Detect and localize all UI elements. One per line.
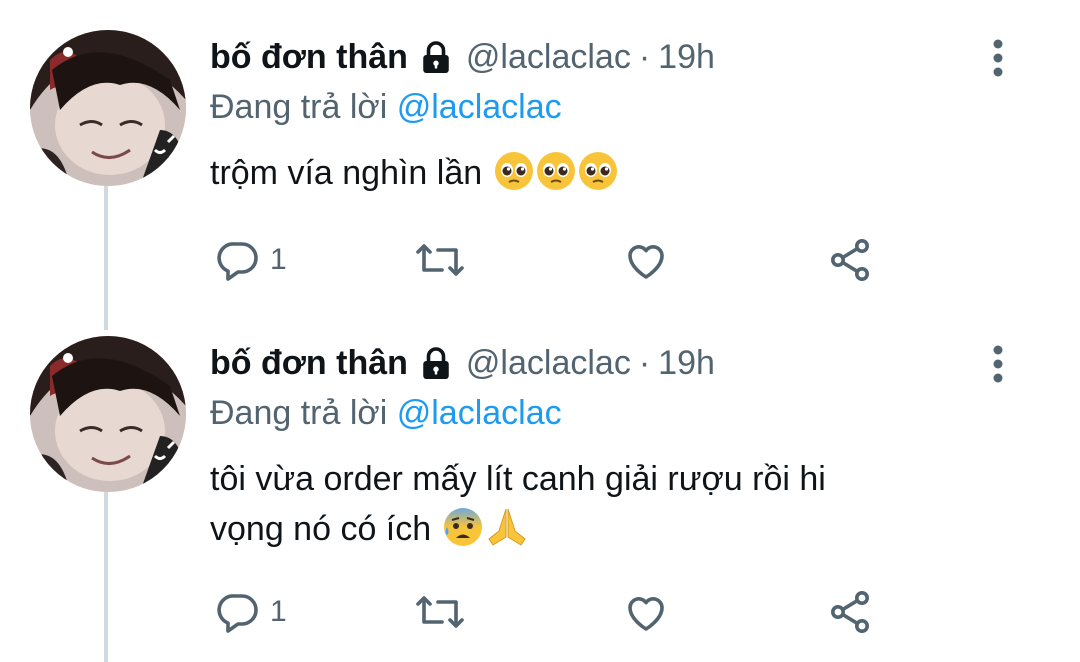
like-button[interactable]	[622, 588, 670, 636]
heart-icon	[628, 597, 664, 631]
avatar-photo	[30, 30, 186, 186]
avatar-photo	[30, 336, 186, 492]
reply-icon	[217, 594, 258, 633]
author-name[interactable]: bố đơn thân	[210, 38, 408, 77]
pleading-face-emoji	[536, 151, 576, 205]
separator-dot: ·	[638, 344, 651, 382]
more-vertical-icon[interactable]	[986, 344, 1010, 384]
tweet-text: trộm vía nghìn lần	[210, 148, 1030, 205]
avatar[interactable]	[30, 30, 186, 186]
author-name[interactable]: bố đơn thân	[210, 344, 408, 383]
pleading-face-emoji	[494, 151, 534, 205]
share-button[interactable]	[826, 236, 874, 284]
pleading-face-emoji	[578, 151, 618, 205]
replying-to: Đang trả lời @laclaclac	[210, 394, 562, 433]
tweet[interactable]: bố đơn thân @laclaclac · 19h Đang trả lờ…	[0, 0, 1080, 330]
reply-button[interactable]: 1	[214, 236, 287, 284]
reply-button[interactable]: 1	[214, 588, 287, 636]
reply-prefix: Đang trả lời	[210, 394, 388, 432]
reply-count: 1	[270, 243, 287, 276]
retweet-button[interactable]	[414, 236, 466, 284]
lock-icon	[423, 346, 449, 379]
reply-mention-link[interactable]: @laclaclac	[397, 394, 562, 432]
tweet-header: bố đơn thân @laclaclac · 19h	[210, 38, 715, 77]
retweet-icon	[416, 596, 464, 628]
lock-icon	[423, 40, 449, 73]
anxious-face-with-sweat-emoji	[443, 507, 483, 561]
reply-mention-link[interactable]: @laclaclac	[397, 88, 562, 126]
reply-prefix: Đang trả lời	[210, 88, 388, 126]
tweet-time[interactable]: 19h	[658, 38, 715, 77]
tweet-header: bố đơn thân @laclaclac · 19h	[210, 344, 715, 383]
reply-icon	[217, 242, 258, 281]
like-button[interactable]	[622, 236, 670, 284]
separator-dot: ·	[638, 38, 651, 76]
tweet-text-line: trộm vía nghìn lần	[210, 154, 483, 192]
author-handle[interactable]: @laclaclac	[466, 38, 631, 77]
retweet-button[interactable]	[414, 588, 466, 636]
replying-to: Đang trả lời @laclaclac	[210, 88, 562, 127]
tweet-text: tôi vừa order mấy lít canh giải rượu rồi…	[210, 454, 1030, 561]
reply-count: 1	[270, 595, 287, 628]
heart-icon	[628, 245, 664, 279]
author-handle[interactable]: @laclaclac	[466, 344, 631, 383]
tweet[interactable]: bố đơn thân @laclaclac · 19h Đang trả lờ…	[0, 306, 1080, 662]
folded-hands-emoji	[485, 507, 529, 561]
share-button[interactable]	[826, 588, 874, 636]
tweet-text-line: vọng nó có ích	[210, 510, 432, 548]
tweet-time[interactable]: 19h	[658, 344, 715, 383]
retweet-icon	[416, 244, 464, 276]
tweet-text-line: tôi vừa order mấy lít canh giải rượu rồi…	[210, 460, 826, 498]
share-icon	[831, 591, 869, 633]
share-icon	[831, 239, 869, 281]
more-vertical-icon[interactable]	[986, 38, 1010, 78]
avatar[interactable]	[30, 336, 186, 492]
